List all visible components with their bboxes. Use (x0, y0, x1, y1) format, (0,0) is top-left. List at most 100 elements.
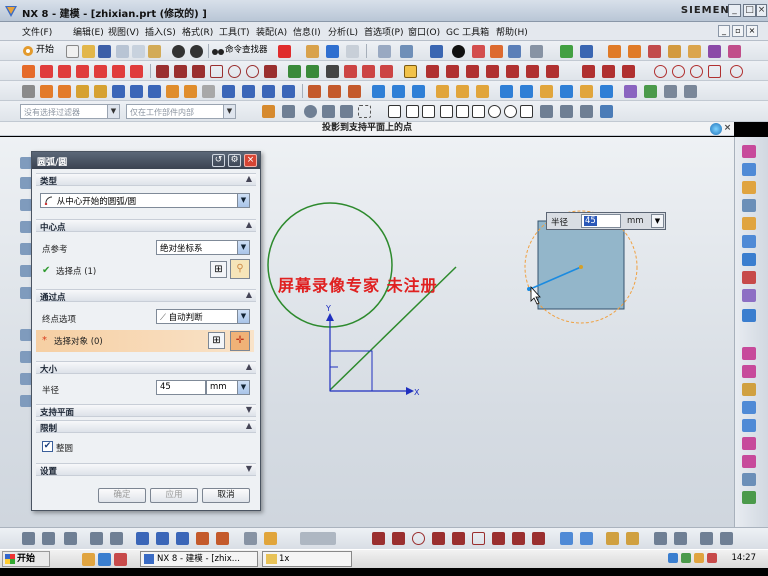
bottom-icon-8[interactable] (176, 532, 189, 545)
res-icon-17[interactable] (742, 455, 756, 468)
selection-filter-dropdown[interactable]: 没有选择过滤器 ▼ (20, 104, 120, 119)
gear-icon[interactable]: ⚙ (228, 154, 241, 167)
hole-icon[interactable] (76, 85, 89, 98)
minimize-button[interactable]: _ (728, 4, 741, 17)
offset-curve-icon[interactable] (112, 65, 125, 78)
layer-icon[interactable] (346, 45, 359, 58)
center-snap-icon[interactable] (488, 105, 501, 118)
res-icon-4[interactable] (742, 199, 756, 212)
section-type[interactable]: 类型 ▲ (36, 173, 256, 187)
task-folder[interactable]: 1x (262, 551, 352, 567)
sync2-icon[interactable] (456, 85, 469, 98)
quicklaunch-icon-1[interactable] (82, 553, 95, 566)
bottom-icon-4[interactable] (90, 532, 103, 545)
bottom-misc-icon[interactable] (654, 532, 667, 545)
extrude-icon[interactable] (40, 85, 53, 98)
radius-input[interactable]: 45 (156, 380, 206, 395)
close-icon[interactable]: × (723, 123, 732, 134)
trim-icon[interactable] (58, 65, 71, 78)
curve6-icon[interactable] (506, 65, 519, 78)
bottom-circle-icon[interactable] (412, 532, 425, 545)
tray-icon-2[interactable] (681, 553, 691, 563)
surface-icon[interactable] (308, 85, 321, 98)
orient-icon[interactable] (580, 45, 593, 58)
menu-window[interactable]: 窗口(O) (408, 25, 440, 38)
bottom-icon-7[interactable] (156, 532, 169, 545)
dialog-close-icon[interactable]: × (244, 154, 257, 167)
menu-format[interactable]: 格式(R) (182, 25, 213, 38)
sync-icon[interactable] (436, 85, 449, 98)
constraint4-icon[interactable] (708, 65, 721, 78)
redo-icon[interactable] (190, 45, 203, 58)
ellipse-icon[interactable] (246, 65, 259, 78)
menu-view[interactable]: 视图(V) (108, 25, 139, 38)
shaded-icon[interactable] (430, 45, 443, 58)
res-icon-12[interactable] (742, 365, 756, 378)
section-limits[interactable]: 限制 ▲ (36, 420, 256, 434)
bounded-snap-icon[interactable] (580, 105, 593, 118)
bottom-icon-9[interactable] (196, 532, 209, 545)
res-icon-9[interactable] (742, 289, 756, 302)
snap-filter3-icon[interactable] (304, 105, 317, 118)
wcs-icon[interactable] (326, 45, 339, 58)
res-icon-5[interactable] (742, 217, 756, 230)
globe-icon[interactable] (710, 123, 722, 135)
menu-info[interactable]: 信息(I) (293, 25, 321, 38)
new-icon[interactable] (66, 45, 79, 58)
bottom-icon-3[interactable] (64, 532, 77, 545)
rect-select-icon[interactable] (358, 105, 371, 118)
inferred-point-icon[interactable]: ⚲ (230, 259, 250, 279)
section-center[interactable]: 中心点 ▲ (36, 219, 256, 233)
point-dialog-icon[interactable]: ⊞ (210, 261, 227, 278)
bottom-icon-11[interactable] (244, 532, 257, 545)
res-icon-16[interactable] (742, 437, 756, 450)
bottom-arc-icon[interactable] (392, 532, 405, 545)
feature-icon[interactable] (608, 45, 621, 58)
bottom-dim2-icon[interactable] (626, 532, 639, 545)
sync7-icon[interactable] (560, 85, 573, 98)
sync13-icon[interactable] (684, 85, 697, 98)
close-button[interactable]: × (756, 4, 767, 17)
bottom-icon-2[interactable] (42, 532, 55, 545)
datum-icon[interactable] (306, 45, 319, 58)
sketch-icon[interactable] (278, 45, 291, 58)
intersection-snap-icon[interactable] (472, 105, 485, 118)
res-icon-18[interactable] (742, 473, 756, 486)
project-icon[interactable] (344, 65, 357, 78)
endpoint-option-dropdown[interactable]: ⟋ 自动判断 ▼ (156, 309, 250, 324)
trim-body-icon[interactable] (262, 85, 275, 98)
bottom-misc2-icon[interactable] (674, 532, 687, 545)
snap-filter5-icon[interactable] (340, 105, 353, 118)
save-icon[interactable] (98, 45, 111, 58)
point-reference-dropdown[interactable]: 绝对坐标系 ▼ (156, 240, 250, 255)
res-icon-13[interactable] (742, 383, 756, 396)
res-icon-1[interactable] (742, 145, 756, 158)
sync11-icon[interactable] (644, 85, 657, 98)
constraint-icon[interactable] (654, 65, 667, 78)
profile-icon[interactable] (22, 65, 35, 78)
center-select-point[interactable]: 选择点 (1) (56, 265, 96, 277)
doc-minimize-button[interactable]: _ (718, 25, 730, 37)
res-icon-19[interactable] (742, 491, 756, 504)
rectangle-icon[interactable] (210, 65, 223, 78)
radius-unit-dropdown[interactable]: mm ▼ (206, 380, 250, 395)
edit-curve-icon[interactable] (582, 65, 595, 78)
res-icon-6[interactable] (742, 235, 756, 248)
bottom-rect-icon[interactable] (472, 532, 485, 545)
constraint2-icon[interactable] (672, 65, 685, 78)
apply-button[interactable]: 应用 (150, 488, 198, 503)
menu-tools[interactable]: 工具(T) (219, 25, 250, 38)
view-icon[interactable] (378, 45, 391, 58)
bottom-icon-12[interactable] (264, 532, 277, 545)
unite-icon[interactable] (112, 85, 125, 98)
bottom-misc4-icon[interactable] (720, 532, 733, 545)
curve5-icon[interactable] (486, 65, 499, 78)
point-dialog-icon[interactable]: ⊞ (208, 332, 225, 349)
curve-point-snap-icon[interactable] (540, 105, 553, 118)
snap-filter4-icon[interactable] (322, 105, 335, 118)
bottom-dim-icon[interactable] (606, 532, 619, 545)
feature7-icon[interactable] (728, 45, 741, 58)
background-icon[interactable] (508, 45, 521, 58)
split-icon[interactable] (282, 85, 295, 98)
face-point-snap-icon[interactable] (560, 105, 573, 118)
